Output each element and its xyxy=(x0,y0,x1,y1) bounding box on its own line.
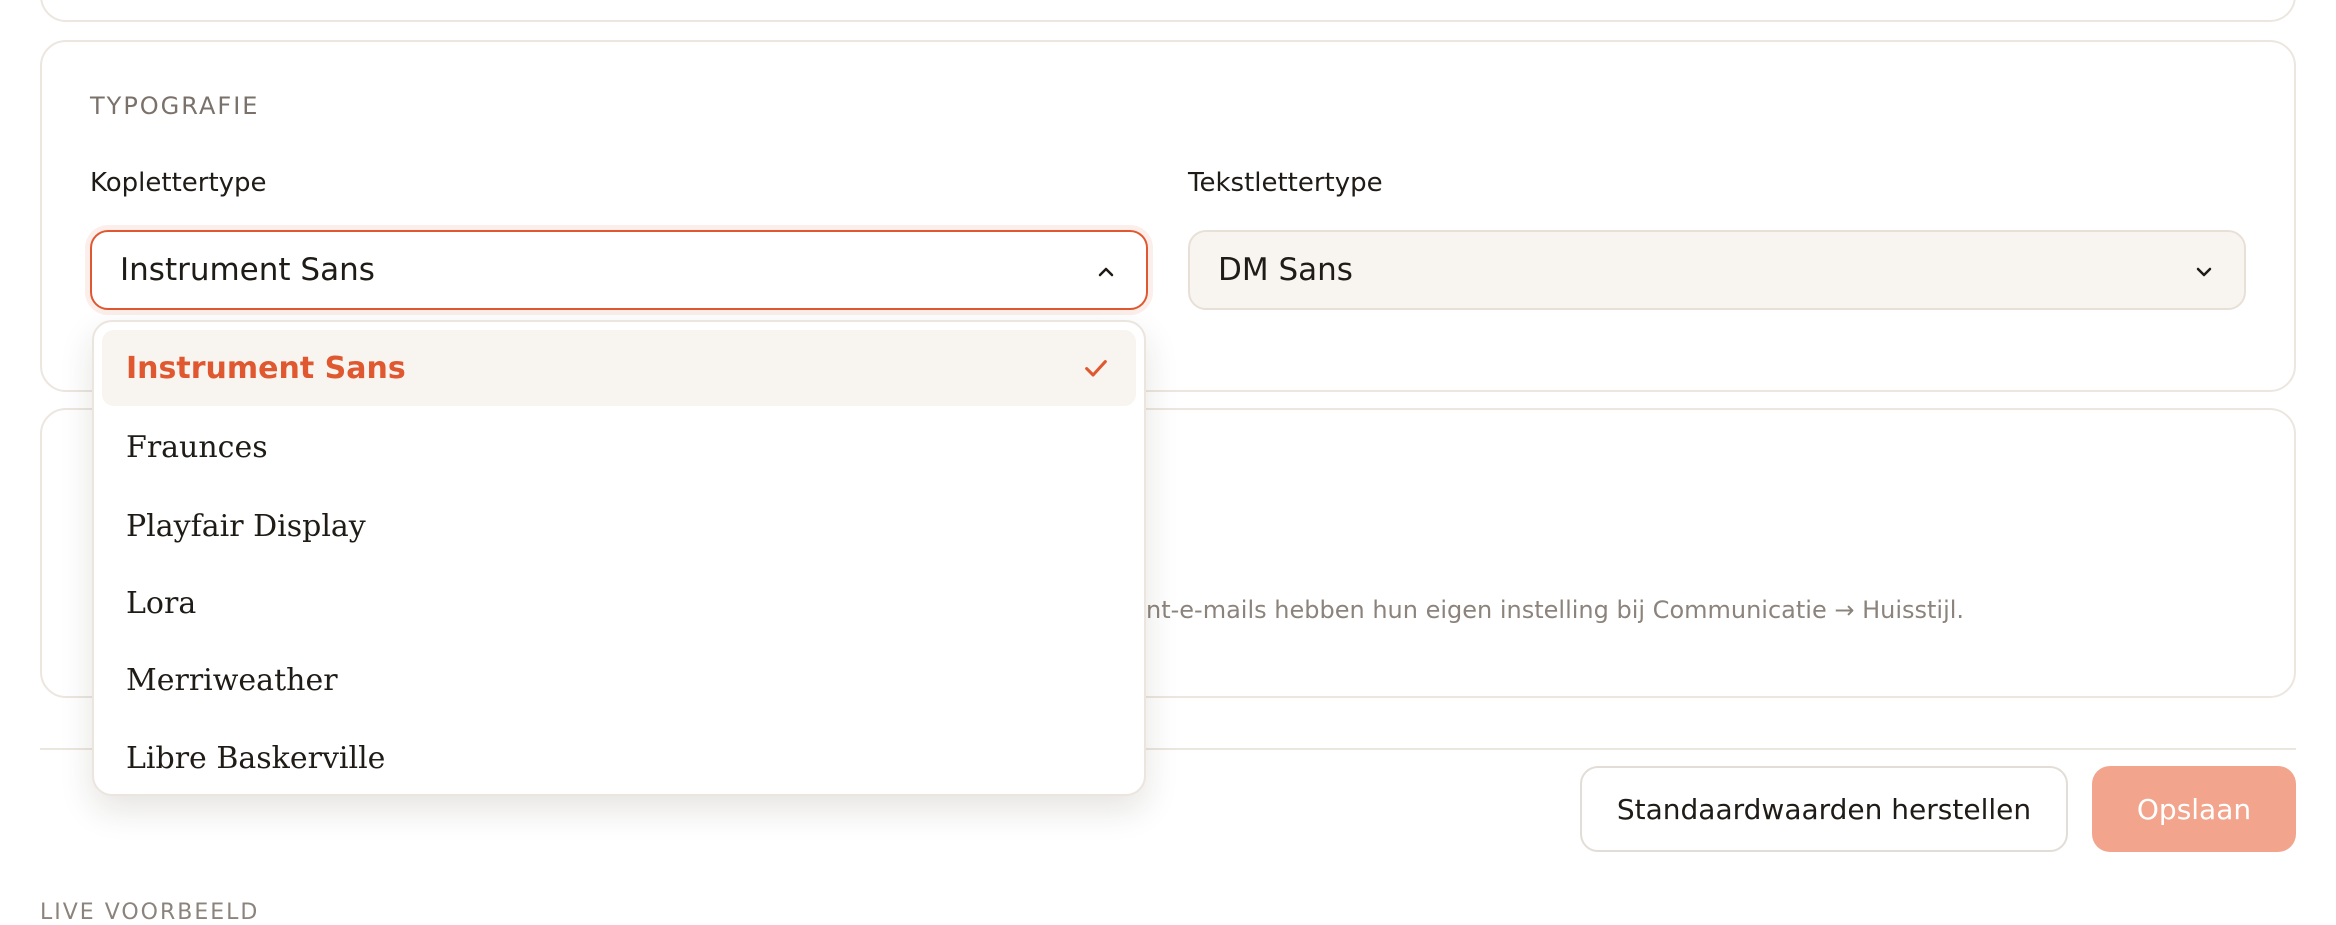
heading-font-dropdown: Instrument Sans Fraunces Playfair Displa… xyxy=(92,320,1146,796)
font-option-instrument-sans[interactable]: Instrument Sans xyxy=(102,330,1136,406)
font-option-merriweather[interactable]: Merriweather xyxy=(102,642,1136,718)
font-option-label: Libre Baskerville xyxy=(126,740,386,776)
body-font-select[interactable]: DM Sans xyxy=(1188,230,2246,310)
heading-font-value: Instrument Sans xyxy=(120,252,375,288)
body-font-label: Tekstlettertype xyxy=(1188,168,1383,198)
live-preview-label: LIVE VOORBEELD xyxy=(40,900,260,925)
font-option-fraunces[interactable]: Fraunces xyxy=(102,409,1136,485)
section-title: TYPOGRAFIE xyxy=(90,92,260,120)
chevron-up-icon xyxy=(1098,267,1114,277)
hint-text: nt-e-mails hebben hun eigen instelling b… xyxy=(1146,596,1965,624)
font-option-label: Fraunces xyxy=(126,429,268,465)
body-font-value: DM Sans xyxy=(1218,252,1353,288)
heading-font-label: Koplettertype xyxy=(90,168,267,198)
font-option-label: Merriweather xyxy=(126,662,338,698)
font-option-playfair-display[interactable]: Playfair Display xyxy=(102,488,1136,564)
settings-card-top xyxy=(40,0,2296,22)
heading-font-select[interactable]: Instrument Sans xyxy=(90,230,1148,310)
reset-defaults-button[interactable]: Standaardwaarden herstellen xyxy=(1580,766,2068,852)
font-option-label: Instrument Sans xyxy=(126,350,406,386)
chevron-down-icon xyxy=(2196,267,2212,277)
save-button[interactable]: Opslaan xyxy=(2092,766,2296,852)
font-option-lora[interactable]: Lora xyxy=(102,565,1136,641)
font-option-label: Playfair Display xyxy=(126,508,366,544)
font-option-label: Lora xyxy=(126,585,197,621)
font-option-libre-baskerville[interactable]: Libre Baskerville xyxy=(102,720,1136,796)
check-icon xyxy=(1085,360,1107,377)
